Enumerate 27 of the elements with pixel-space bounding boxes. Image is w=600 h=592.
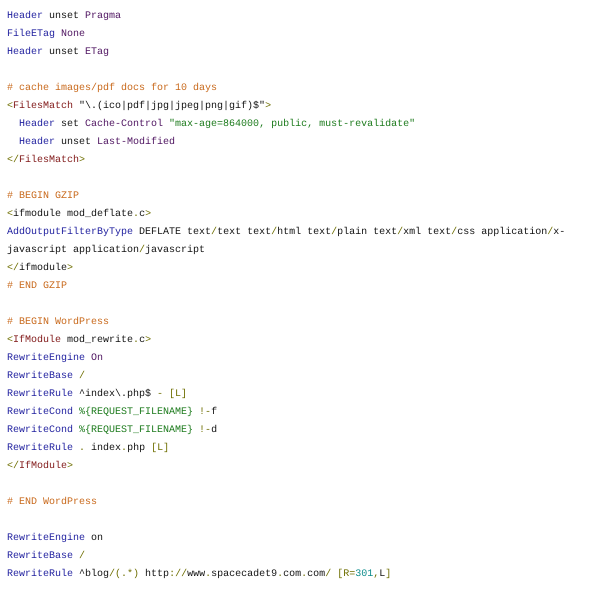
code-line: FileETag None (7, 28, 86, 42)
code-line: Header unset Pragma (7, 10, 122, 24)
code-line: RewriteBase / (7, 550, 86, 564)
code-line: RewriteRule . index.php [L] (7, 442, 170, 456)
code-line: <ifmodule mod_deflate.c> (7, 208, 152, 222)
code-line: RewriteEngine on (7, 532, 104, 546)
code-line: RewriteCond %{REQUEST_FILENAME} !-f (7, 406, 218, 420)
code-line: </IfModule> (7, 460, 74, 474)
code-line: RewriteEngine On (7, 352, 104, 366)
code-line: <FilesMatch "\.(ico|pdf|jpg|jpeg|png|gif)$"> (7, 100, 272, 114)
code-line: AddOutputFilterByType DEFLATE text/text text/html text/plain text/xml text/css application/x- (7, 226, 566, 240)
code-line: # cache images/pdf docs for 10 days (7, 82, 218, 96)
code-line: RewriteRule ^blog/(.*) http://www.spacecadet9.com.com/ [R=301,L] (7, 568, 392, 582)
code-line: Header set Cache-Control "max-age=864000, public, must-revalidate" (18, 118, 416, 132)
code-line: # BEGIN WordPress (7, 316, 110, 330)
code-line: RewriteCond %{REQUEST_FILENAME} !-d (7, 424, 218, 438)
code-line: # BEGIN GZIP (7, 190, 80, 204)
code-line: # END GZIP (7, 280, 68, 294)
code-line: Header unset Last-Modified (18, 136, 176, 150)
code-line: RewriteBase / (7, 370, 86, 384)
code-line: # END WordPress (7, 496, 98, 510)
code-line: </FilesMatch> (7, 154, 86, 168)
code-line: Header unset ETag (7, 46, 110, 60)
code-line: RewriteRule ^index\.php$ - [L] (7, 388, 188, 402)
code-line: javascript application/javascript (7, 244, 206, 258)
code-line: <IfModule mod_rewrite.c> (7, 334, 152, 348)
code-line: </ifmodule> (7, 262, 74, 276)
